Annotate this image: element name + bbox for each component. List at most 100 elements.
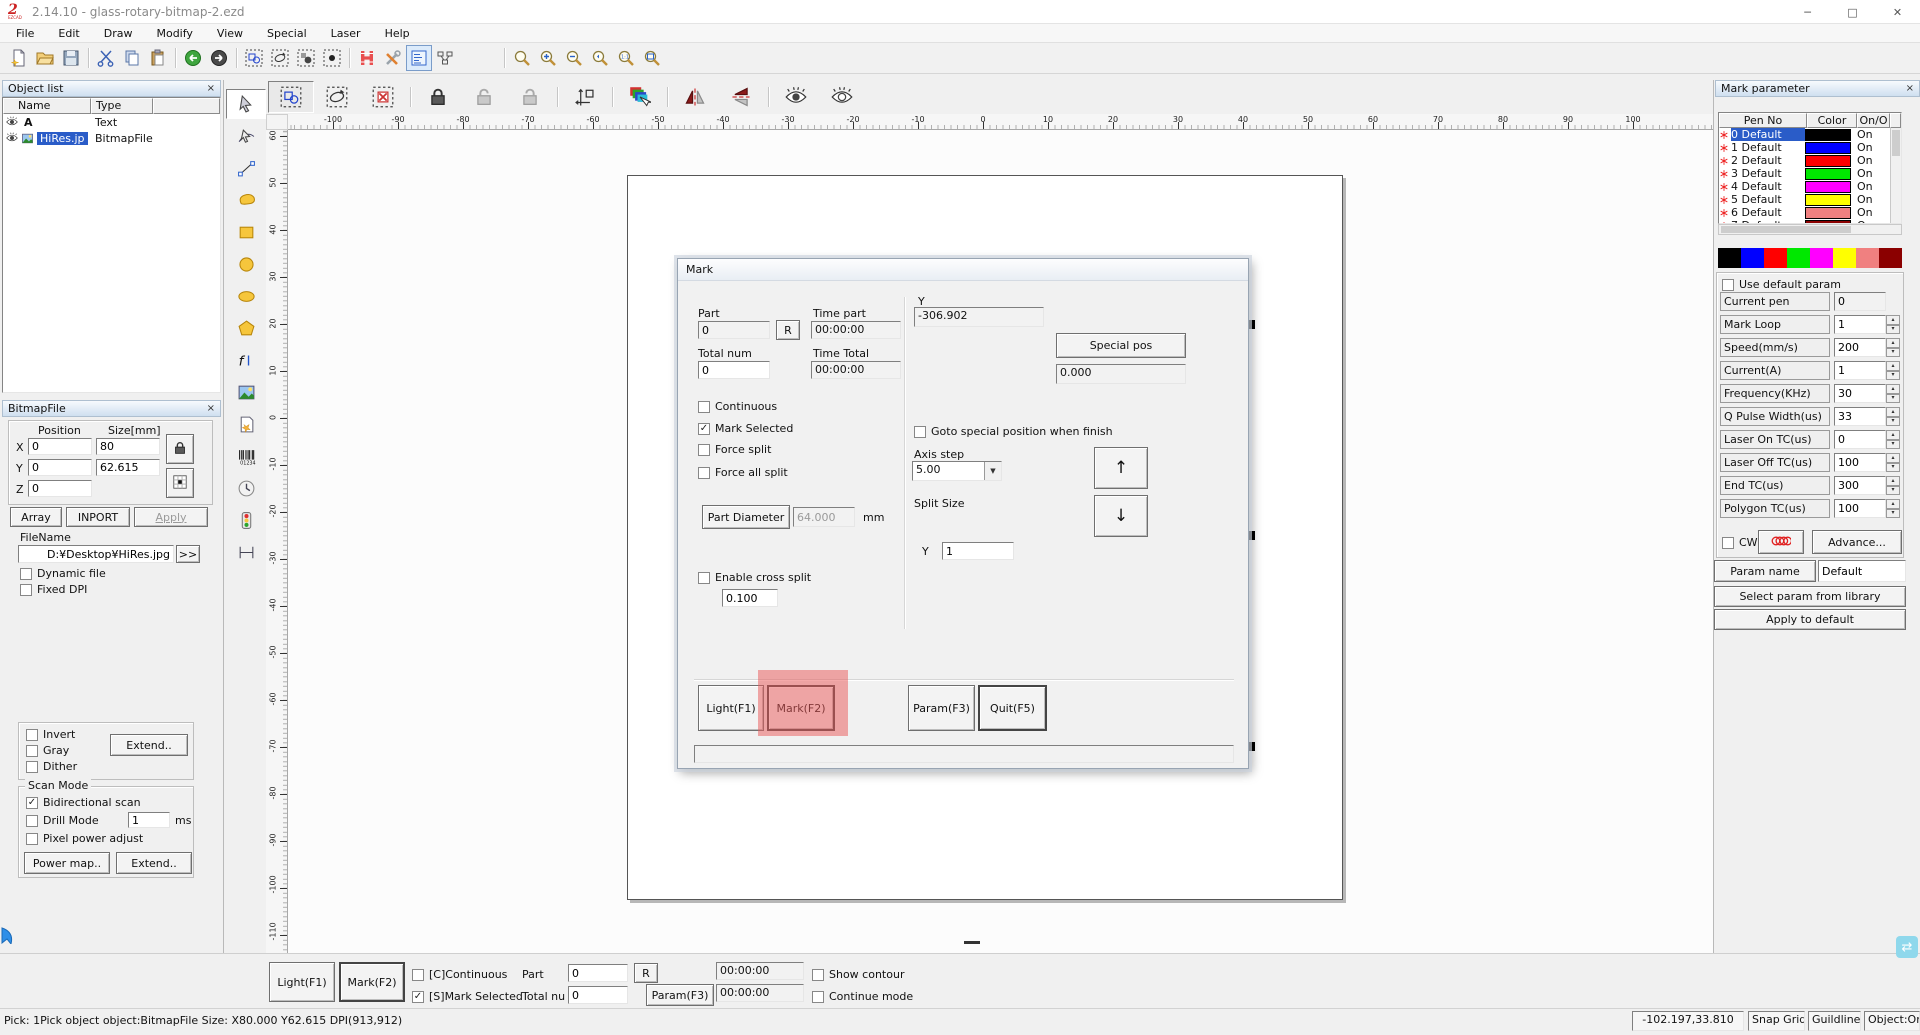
gray-checkbox[interactable]: Gray bbox=[26, 744, 69, 757]
tool-text-icon[interactable]: fI bbox=[226, 345, 266, 375]
paste-icon[interactable] bbox=[145, 45, 171, 71]
tool-io-signal-icon[interactable] bbox=[226, 505, 266, 535]
coil-button[interactable] bbox=[1758, 530, 1804, 554]
maximize-button[interactable]: □ bbox=[1830, 0, 1875, 24]
color-swatch[interactable] bbox=[1741, 248, 1764, 268]
enable-cross-split-checkbox[interactable]: Enable cross split bbox=[698, 571, 811, 584]
tool-node-edit-icon[interactable] bbox=[226, 121, 266, 151]
power-map-button[interactable]: Power map.. bbox=[24, 852, 110, 874]
param-name-button[interactable]: Param name bbox=[1714, 560, 1816, 582]
zoom-all-icon[interactable] bbox=[639, 45, 665, 71]
preview-contour-icon[interactable] bbox=[773, 81, 819, 113]
object-browser-icon[interactable] bbox=[432, 45, 458, 71]
bottom-mark-button[interactable]: Mark(F2) bbox=[339, 962, 405, 1002]
pen-color-swatch[interactable] bbox=[1805, 193, 1851, 206]
close-icon[interactable]: × bbox=[207, 403, 215, 414]
menu-item-help[interactable]: Help bbox=[373, 25, 422, 42]
continue-mode-checkbox[interactable]: Continue mode bbox=[812, 990, 913, 1003]
pen-row[interactable]: 2 Default On bbox=[1719, 154, 1901, 167]
bottom-reset-button[interactable]: R bbox=[634, 963, 658, 983]
tool-barcode-icon[interactable]: 01234 bbox=[226, 441, 266, 471]
pen-row[interactable]: 5 Default On bbox=[1719, 193, 1901, 206]
menu-item-file[interactable]: File bbox=[4, 25, 46, 42]
x-position-field[interactable] bbox=[28, 438, 92, 455]
spinner-up-icon[interactable]: ▴ bbox=[1886, 407, 1900, 417]
color-swatch[interactable] bbox=[1787, 248, 1810, 268]
spinner-up-icon[interactable]: ▴ bbox=[1886, 315, 1900, 325]
pen-color-swatch[interactable] bbox=[1805, 180, 1851, 193]
spinner-down-icon[interactable]: ▾ bbox=[1886, 416, 1900, 426]
use-default-param-checkbox[interactable]: Use default param bbox=[1722, 278, 1841, 291]
spinner-control[interactable]: ▴ ▾ bbox=[1886, 315, 1900, 334]
spinner-control[interactable]: ▴ ▾ bbox=[1886, 338, 1900, 357]
axis-step-dropdown[interactable]: 5.00 ▼ bbox=[912, 461, 1002, 481]
color-swatch[interactable] bbox=[1879, 248, 1902, 268]
param-value-field[interactable] bbox=[1834, 315, 1886, 334]
extend-button[interactable]: Extend.. bbox=[110, 734, 188, 756]
pick-rotate-icon[interactable] bbox=[267, 45, 293, 71]
close-button[interactable]: ✕ bbox=[1875, 0, 1920, 24]
chevron-down-icon[interactable]: ▼ bbox=[984, 462, 1001, 480]
spinner-down-icon[interactable]: ▾ bbox=[1886, 370, 1900, 380]
browse-button[interactable]: >> bbox=[176, 545, 200, 563]
menu-item-draw[interactable]: Draw bbox=[92, 25, 145, 42]
split-y-field[interactable] bbox=[942, 542, 1014, 560]
spinner-up-icon[interactable]: ▴ bbox=[1886, 338, 1900, 348]
mark-parameter-header[interactable]: Mark parameter × bbox=[1715, 80, 1920, 97]
pick-object-icon[interactable] bbox=[241, 45, 267, 71]
minimize-button[interactable]: ─ bbox=[1785, 0, 1830, 24]
spinner-down-icon[interactable]: ▾ bbox=[1886, 485, 1900, 495]
object-list-row[interactable]: HiRes.jp BitmapFile bbox=[3, 130, 220, 146]
pen-row[interactable]: 6 Default On bbox=[1719, 206, 1901, 219]
pen-color-swatch[interactable] bbox=[1805, 206, 1851, 219]
cw-checkbox[interactable]: CW bbox=[1722, 536, 1758, 549]
advance-button[interactable]: Advance... bbox=[1812, 530, 1902, 554]
spinner-down-icon[interactable]: ▾ bbox=[1886, 508, 1900, 518]
pen-row[interactable]: 0 Default On bbox=[1719, 128, 1901, 141]
menu-item-laser[interactable]: Laser bbox=[319, 25, 373, 42]
cut-icon[interactable] bbox=[93, 45, 119, 71]
axis-up-button[interactable]: ↑ bbox=[1094, 447, 1148, 489]
bottom-part-field[interactable] bbox=[568, 964, 628, 982]
apply-to-default-button[interactable]: Apply to default bbox=[1714, 609, 1906, 630]
bottom-light-button[interactable]: Light(F1) bbox=[269, 962, 335, 1002]
dynamic-file-checkbox[interactable]: Dynamic file bbox=[20, 567, 106, 580]
close-icon[interactable]: × bbox=[1906, 83, 1914, 94]
color-swatch[interactable] bbox=[1718, 248, 1741, 268]
spinner-control[interactable]: ▴ ▾ bbox=[1886, 499, 1900, 518]
menu-item-view[interactable]: View bbox=[205, 25, 255, 42]
tool-measure-icon[interactable] bbox=[226, 537, 266, 567]
bottom-param-button[interactable]: Param(F3) bbox=[646, 984, 714, 1006]
selection-handle[interactable] bbox=[964, 941, 980, 944]
param-value-field[interactable] bbox=[1834, 384, 1886, 403]
param-value-field[interactable] bbox=[1834, 407, 1886, 426]
pen-table-vscrollbar[interactable] bbox=[1890, 128, 1901, 223]
part-field[interactable] bbox=[698, 321, 770, 339]
tool-circle-icon[interactable] bbox=[226, 249, 266, 279]
fixed-dpi-checkbox[interactable]: Fixed DPI bbox=[20, 583, 87, 596]
mark-dialog-titlebar[interactable]: Mark bbox=[678, 259, 1248, 281]
zoom-in-icon[interactable] bbox=[535, 45, 561, 71]
y-size-field[interactable] bbox=[96, 459, 160, 476]
pick-node-icon[interactable] bbox=[319, 45, 345, 71]
color-header[interactable]: Color bbox=[1807, 113, 1857, 128]
dither-checkbox[interactable]: Dither bbox=[26, 760, 77, 773]
layer-pick-icon[interactable] bbox=[617, 81, 663, 113]
param-value-field[interactable] bbox=[1834, 476, 1886, 495]
pen-row[interactable]: 1 Default On bbox=[1719, 141, 1901, 154]
bottom-total-field[interactable] bbox=[568, 986, 628, 1004]
bottom-continuous-checkbox[interactable]: [C]Continuous bbox=[412, 968, 507, 981]
spinner-up-icon[interactable]: ▴ bbox=[1886, 476, 1900, 486]
pen-row[interactable]: 3 Default On bbox=[1719, 167, 1901, 180]
tool-rectangle-icon[interactable] bbox=[226, 217, 266, 247]
pen-table-hscrollbar[interactable] bbox=[1718, 224, 1902, 235]
spinner-control[interactable]: ▴ ▾ bbox=[1886, 407, 1900, 426]
drill-ms-field[interactable] bbox=[128, 812, 170, 828]
spinner-down-icon[interactable]: ▾ bbox=[1886, 324, 1900, 334]
file-path-field[interactable] bbox=[18, 545, 174, 563]
undo-icon[interactable] bbox=[180, 45, 206, 71]
light-button[interactable]: Light(F1) bbox=[698, 685, 764, 731]
drill-mode-checkbox[interactable]: Drill Mode bbox=[26, 814, 99, 827]
goto-special-checkbox[interactable]: Goto special position when finish bbox=[914, 425, 1113, 438]
unlock-x-icon[interactable] bbox=[461, 81, 507, 113]
